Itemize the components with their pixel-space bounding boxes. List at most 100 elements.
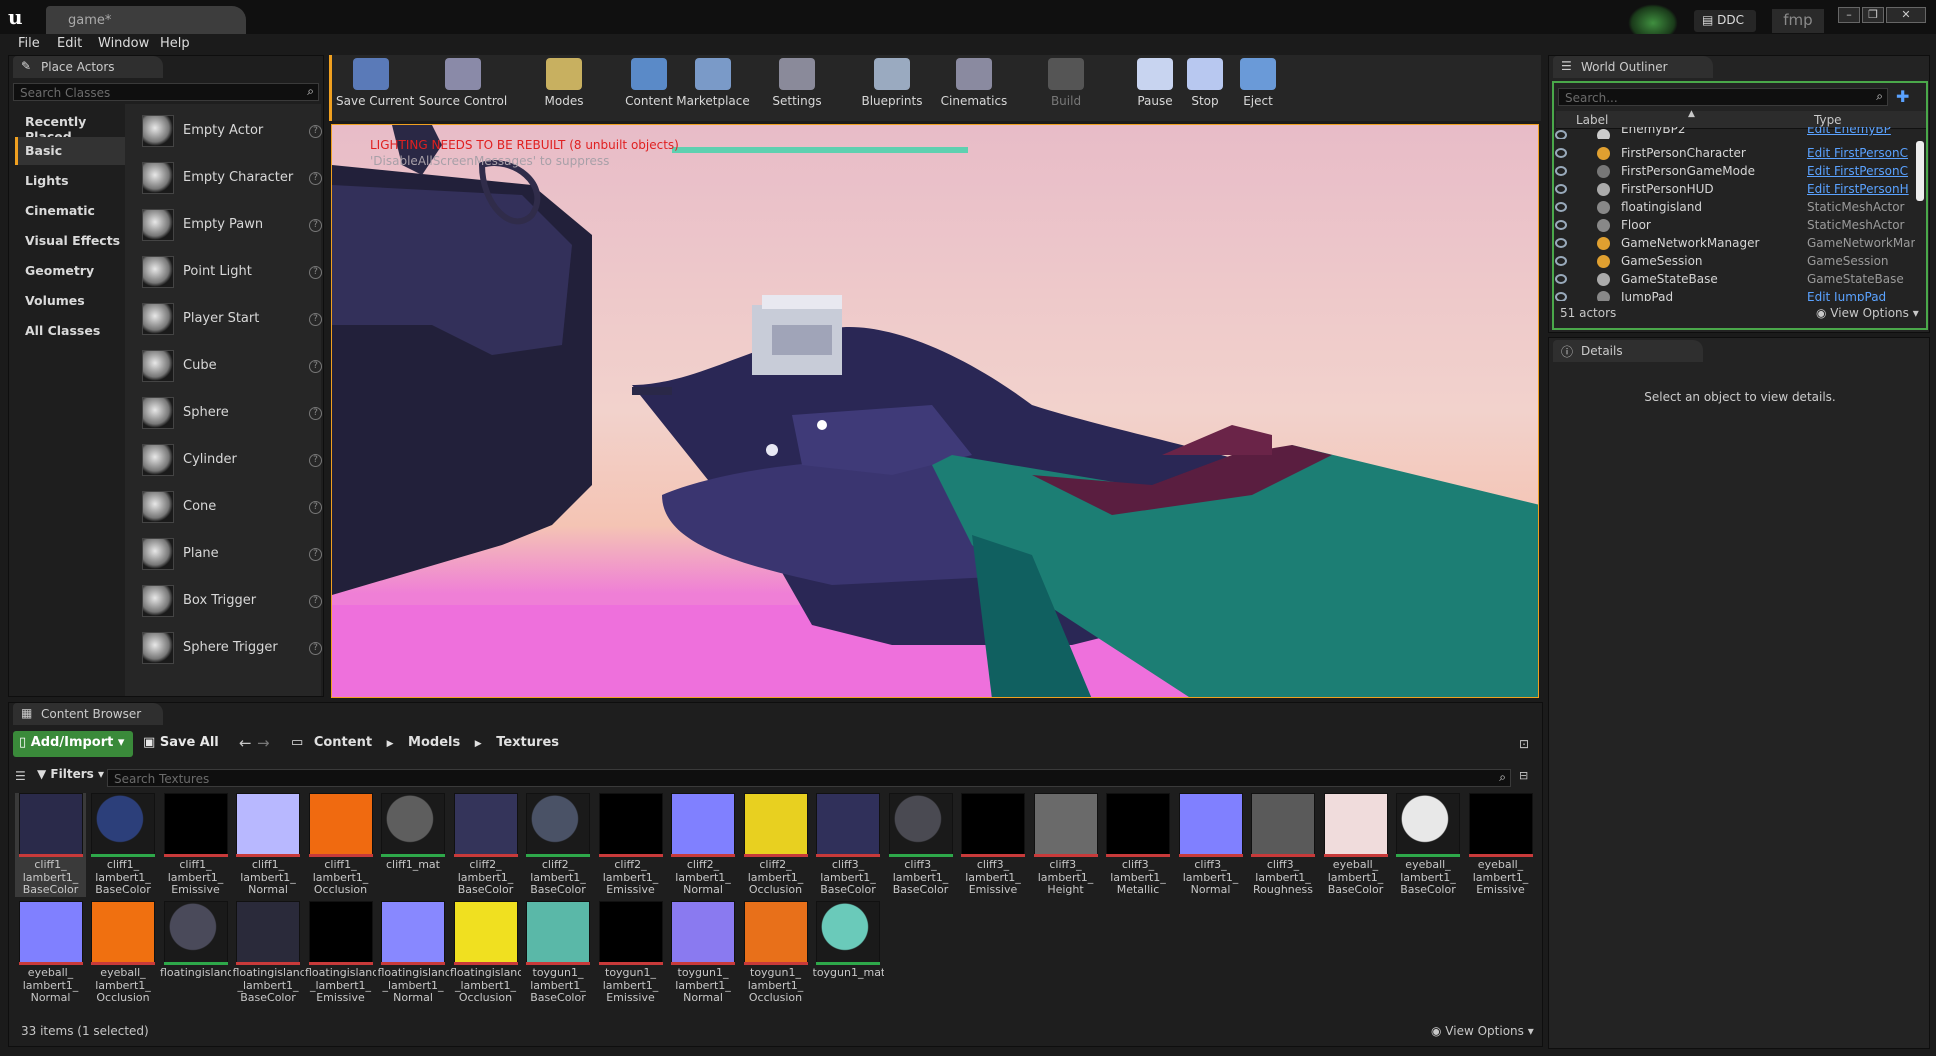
place-actors-tab[interactable]: ✎ Place Actors (13, 56, 163, 78)
visibility-eye-icon[interactable] (1555, 256, 1567, 266)
visibility-eye-icon[interactable] (1555, 292, 1567, 301)
content-browser-tab[interactable]: ▦ Content Browser (13, 703, 163, 725)
source-control-button[interactable]: Source Control (418, 58, 508, 118)
breadcrumb-content[interactable]: Content (314, 735, 372, 750)
asset-tile[interactable]: cliff3_ lambert1_ Height (1030, 793, 1101, 897)
actor-item-empty-character[interactable]: Empty Character? (139, 156, 329, 202)
category-lights[interactable]: Lights (15, 167, 133, 195)
actor-item-plane[interactable]: Plane? (139, 532, 329, 578)
category-recently-placed[interactable]: Recently Placed (15, 108, 133, 144)
actor-item-sphere-trigger[interactable]: Sphere Trigger? (139, 626, 329, 672)
asset-tile[interactable]: toygun1_mat (813, 901, 884, 1005)
asset-tile[interactable]: toygun1_ lambert1_ Emissive (595, 901, 666, 1005)
lock-icon[interactable]: ⊡ (1519, 737, 1529, 751)
minimize-button[interactable]: – (1838, 7, 1860, 23)
asset-tile[interactable]: cliff2_ lambert1_ BaseColor (450, 793, 521, 897)
asset-tile[interactable]: cliff3_ lambert1_ Normal (1175, 793, 1246, 897)
category-volumes[interactable]: Volumes (15, 287, 133, 315)
asset-tile[interactable]: cliff2_ lambert1_ Emissive (595, 793, 666, 897)
menu-window[interactable]: Window (98, 36, 149, 51)
actor-item-box-trigger[interactable]: Box Trigger? (139, 579, 329, 625)
help-icon[interactable]: ? (309, 548, 322, 561)
asset-tile[interactable]: cliff1_ lambert1_ BaseColor (88, 793, 159, 897)
col-label-header[interactable]: Label (1576, 113, 1608, 127)
outliner-row-type[interactable]: Edit FirstPersonC (1807, 146, 1915, 160)
visibility-eye-icon[interactable] (1555, 274, 1567, 284)
outliner-row[interactable]: floatingisland StaticMeshActor (1555, 199, 1915, 217)
visibility-eye-icon[interactable] (1555, 148, 1567, 158)
actor-item-cone[interactable]: Cone? (139, 485, 329, 531)
breadcrumb-models[interactable]: Models (408, 735, 460, 750)
actor-item-point-light[interactable]: Point Light? (139, 250, 329, 296)
asset-tile[interactable]: toygun1_ lambert1_ Occlusion (740, 901, 811, 1005)
filters-button[interactable]: ▼ Filters ▾ (37, 767, 104, 781)
settings-button[interactable]: Settings (764, 58, 830, 118)
outliner-search-input[interactable]: Search... ⌕ (1558, 88, 1888, 106)
actor-item-empty-actor[interactable]: Empty Actor? (139, 109, 329, 155)
asset-tile[interactable]: eyeball_ lambert1_ Occlusion (88, 901, 159, 1005)
outliner-row-type[interactable]: Edit EnemyBP (1807, 127, 1915, 136)
eject-button[interactable]: Eject (1236, 58, 1280, 118)
asset-tile[interactable]: eyeball_ lambert1_ BaseColor (1393, 793, 1464, 897)
menu-edit[interactable]: Edit (57, 36, 82, 51)
visibility-eye-icon[interactable] (1555, 166, 1567, 176)
sources-toggle-icon[interactable]: ☰ (15, 769, 26, 783)
add-import-button[interactable]: ▯ Add/Import ▾ (13, 731, 133, 757)
asset-tile[interactable]: eyeball_ lambert1_ Emissive (1465, 793, 1536, 897)
asset-tile[interactable]: cliff3_ lambert1_ BaseColor (885, 793, 956, 897)
outliner-row[interactable]: GameSession GameSession (1555, 253, 1915, 271)
visibility-eye-icon[interactable] (1555, 238, 1567, 248)
category-cinematic[interactable]: Cinematic (15, 197, 133, 225)
actor-item-sphere[interactable]: Sphere? (139, 391, 329, 437)
maximize-button[interactable]: ❐ (1862, 7, 1884, 23)
asset-tile[interactable]: cliff3_ lambert1_ Roughness (1248, 793, 1319, 897)
asset-tile[interactable]: cliff1_ lambert1_ Emissive (160, 793, 231, 897)
asset-tile[interactable]: toygun1_ lambert1_ Normal (668, 901, 739, 1005)
outliner-row[interactable]: FirstPersonGameMode Edit FirstPersonC (1555, 163, 1915, 181)
blueprints-button[interactable]: Blueprints (860, 58, 924, 118)
actor-item-cylinder[interactable]: Cylinder? (139, 438, 329, 484)
asset-tile[interactable]: cliff2_ lambert1_ BaseColor (523, 793, 594, 897)
help-icon[interactable]: ? (309, 125, 322, 138)
asset-tile[interactable]: cliff3_ lambert1_ Emissive (958, 793, 1029, 897)
cinematics-button[interactable]: Cinematics (934, 58, 1014, 118)
ddc-indicator[interactable]: ▤ DDC (1694, 10, 1756, 32)
help-icon[interactable]: ? (309, 219, 322, 232)
category-all-classes[interactable]: All Classes (15, 317, 133, 345)
outliner-row[interactable]: FirstPersonCharacter Edit FirstPersonC (1555, 145, 1915, 163)
help-icon[interactable]: ? (309, 313, 322, 326)
outliner-view-options[interactable]: ◉ View Options ▾ (1816, 306, 1919, 320)
content-button[interactable]: Content (622, 58, 676, 118)
outliner-row[interactable]: GameStateBase GameStateBase (1555, 271, 1915, 289)
stop-button[interactable]: Stop (1184, 58, 1226, 118)
asset-tile[interactable]: eyeball_ lambert1_ Normal (15, 901, 86, 1005)
asset-tile[interactable]: cliff2_ lambert1_ Occlusion (740, 793, 811, 897)
asset-tile[interactable]: floatingisland _lambert1_ Normal (378, 901, 449, 1005)
pause-button[interactable]: Pause (1132, 58, 1178, 118)
asset-tile[interactable]: floatingisland _lambert1_ BaseColor (233, 901, 304, 1005)
unreal-logo-icon[interactable]: u (8, 6, 32, 28)
menu-help[interactable]: Help (160, 36, 190, 51)
level-viewport[interactable]: LIGHTING NEEDS TO BE REBUILT (8 unbuilt … (331, 124, 1539, 698)
outliner-row-type[interactable]: Edit FirstPersonC (1807, 164, 1915, 178)
help-icon[interactable]: ? (309, 172, 322, 185)
outliner-row[interactable]: JumpPad Edit JumpPad (1555, 289, 1915, 301)
add-filter-icon[interactable]: ✚ (1896, 87, 1909, 106)
help-icon[interactable]: ? (309, 407, 322, 420)
details-tab[interactable]: ⓘ Details (1553, 340, 1703, 362)
actor-item-player-start[interactable]: Player Start? (139, 297, 329, 343)
col-type-header[interactable]: Type (1814, 113, 1842, 127)
outliner-scrollbar[interactable] (1916, 141, 1924, 201)
asset-tile[interactable]: cliff2_ lambert1_ Normal (668, 793, 739, 897)
visibility-eye-icon[interactable] (1555, 184, 1567, 194)
category-visual-effects[interactable]: Visual Effects (15, 227, 133, 255)
asset-tile[interactable]: floatingisland (160, 901, 231, 1005)
visibility-eye-icon[interactable] (1555, 202, 1567, 212)
save-all-button[interactable]: ▣ Save All (143, 735, 219, 750)
asset-tile[interactable]: cliff1_mat (378, 793, 449, 897)
asset-tile[interactable]: floatingisland _lambert1_ Emissive (305, 901, 376, 1005)
breadcrumb-textures[interactable]: Textures (496, 735, 559, 750)
help-icon[interactable]: ? (309, 595, 322, 608)
modes-button[interactable]: Modes (534, 58, 594, 118)
forward-arrow-icon[interactable]: → (257, 734, 270, 752)
